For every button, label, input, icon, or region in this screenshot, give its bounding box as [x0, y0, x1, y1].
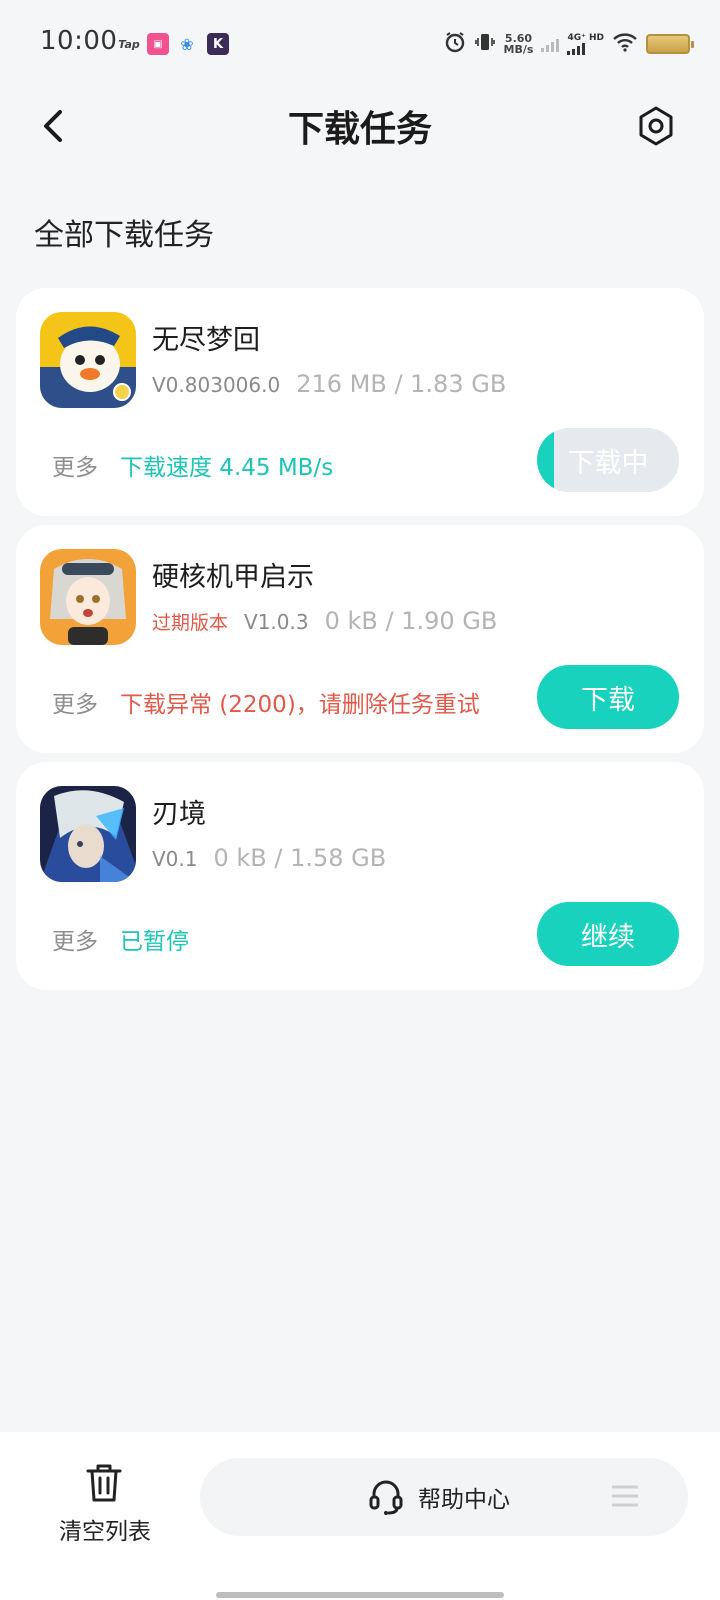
status-indicators: 5.60 MB/s 4G⁺ HD [444, 30, 694, 58]
settings-button[interactable] [636, 104, 676, 148]
download-size: 216 MB / 1.83 GB [296, 370, 507, 398]
app-icon-renjing[interactable] [40, 786, 136, 882]
download-task-card: 刃境 V0.1 0 kB / 1.58 GB 更多 已暂停 继续 [16, 762, 704, 990]
app-version: V0.1 [152, 847, 198, 871]
headset-icon [369, 1480, 403, 1515]
status-time: 10:00 [40, 26, 118, 56]
download-status: 下载速度 4.45 MB/s [120, 455, 334, 481]
section-title: 全部下载任务 [34, 218, 214, 253]
signal-sim2-icon [567, 42, 604, 55]
downloading-button[interactable]: 下载中 [537, 428, 679, 492]
more-button[interactable]: 更多 [52, 448, 98, 482]
alarm-icon [444, 31, 466, 57]
app-name: 刃境 [152, 799, 206, 830]
app-meta: 过期版本 V1.0.3 0 kB / 1.90 GB [152, 607, 497, 635]
net-speed-indicator: 5.60 MB/s [504, 33, 534, 55]
k-app-notification-icon: K [207, 33, 229, 55]
page-title: 下载任务 [287, 109, 432, 150]
app-version: V1.0.3 [244, 610, 309, 634]
clear-list-label: 清空列表 [59, 1519, 151, 1545]
app-icon-wujin-menghui[interactable] [40, 312, 136, 408]
menu-lines-icon[interactable] [612, 1484, 638, 1508]
bottom-bar: 清空列表 帮助中心 [0, 1432, 720, 1600]
more-button[interactable]: 更多 [52, 685, 98, 719]
downloading-button-label: 下载中 [567, 447, 649, 479]
gear-icon [639, 106, 673, 146]
bilibili-notification-icon: ▣ [147, 33, 169, 55]
app-icon-yinghe-jijia[interactable] [40, 549, 136, 645]
app-version: V0.803006.0 [152, 373, 281, 397]
app-name: 无尽梦回 [152, 325, 260, 356]
sim2-indicator: 4G⁺ HD [567, 32, 604, 55]
flower-notification-icon: ❀ [180, 34, 194, 54]
wifi-icon [612, 32, 638, 56]
app-name: 硬核机甲启示 [152, 562, 314, 593]
taptap-notification-icon: Tap [118, 37, 140, 51]
paused-status: 已暂停 [120, 929, 189, 955]
download-task-card: 硬核机甲启示 过期版本 V1.0.3 0 kB / 1.90 GB 更多 下载异… [16, 525, 704, 753]
vibrate-icon [474, 31, 496, 57]
download-size: 0 kB / 1.90 GB [324, 607, 498, 635]
clear-list-button[interactable]: 清空列表 [40, 1458, 170, 1548]
help-center-label: 帮助中心 [418, 1487, 510, 1513]
status-bar: 10:00 Tap ▣ ❀ K 5.60 MB/s 4G⁺ HD [0, 0, 720, 90]
net-speed-unit: MB/s [503, 43, 534, 56]
download-progress-fill [537, 428, 554, 492]
download-size: 0 kB / 1.58 GB [213, 844, 387, 872]
expired-version-label: 过期版本 [152, 612, 229, 634]
signal-sim1-icon [541, 36, 560, 52]
download-task-card: 无尽梦回 V0.803006.0 216 MB / 1.83 GB 更多 下载速… [16, 288, 704, 516]
download-button[interactable]: 下载 [537, 665, 679, 729]
more-button[interactable]: 更多 [52, 922, 98, 956]
resume-button[interactable]: 继续 [537, 902, 679, 966]
help-center-button[interactable]: 帮助中心 [200, 1458, 688, 1536]
trash-icon [86, 1464, 122, 1502]
app-meta: V0.803006.0 216 MB / 1.83 GB [152, 370, 506, 398]
network-type-label: 4G⁺ HD [567, 32, 604, 43]
app-meta: V0.1 0 kB / 1.58 GB [152, 844, 386, 872]
battery-icon [646, 34, 694, 54]
download-error-status: 下载异常 (2200)，请删除任务重试 [120, 692, 480, 718]
home-indicator[interactable] [216, 1592, 504, 1598]
